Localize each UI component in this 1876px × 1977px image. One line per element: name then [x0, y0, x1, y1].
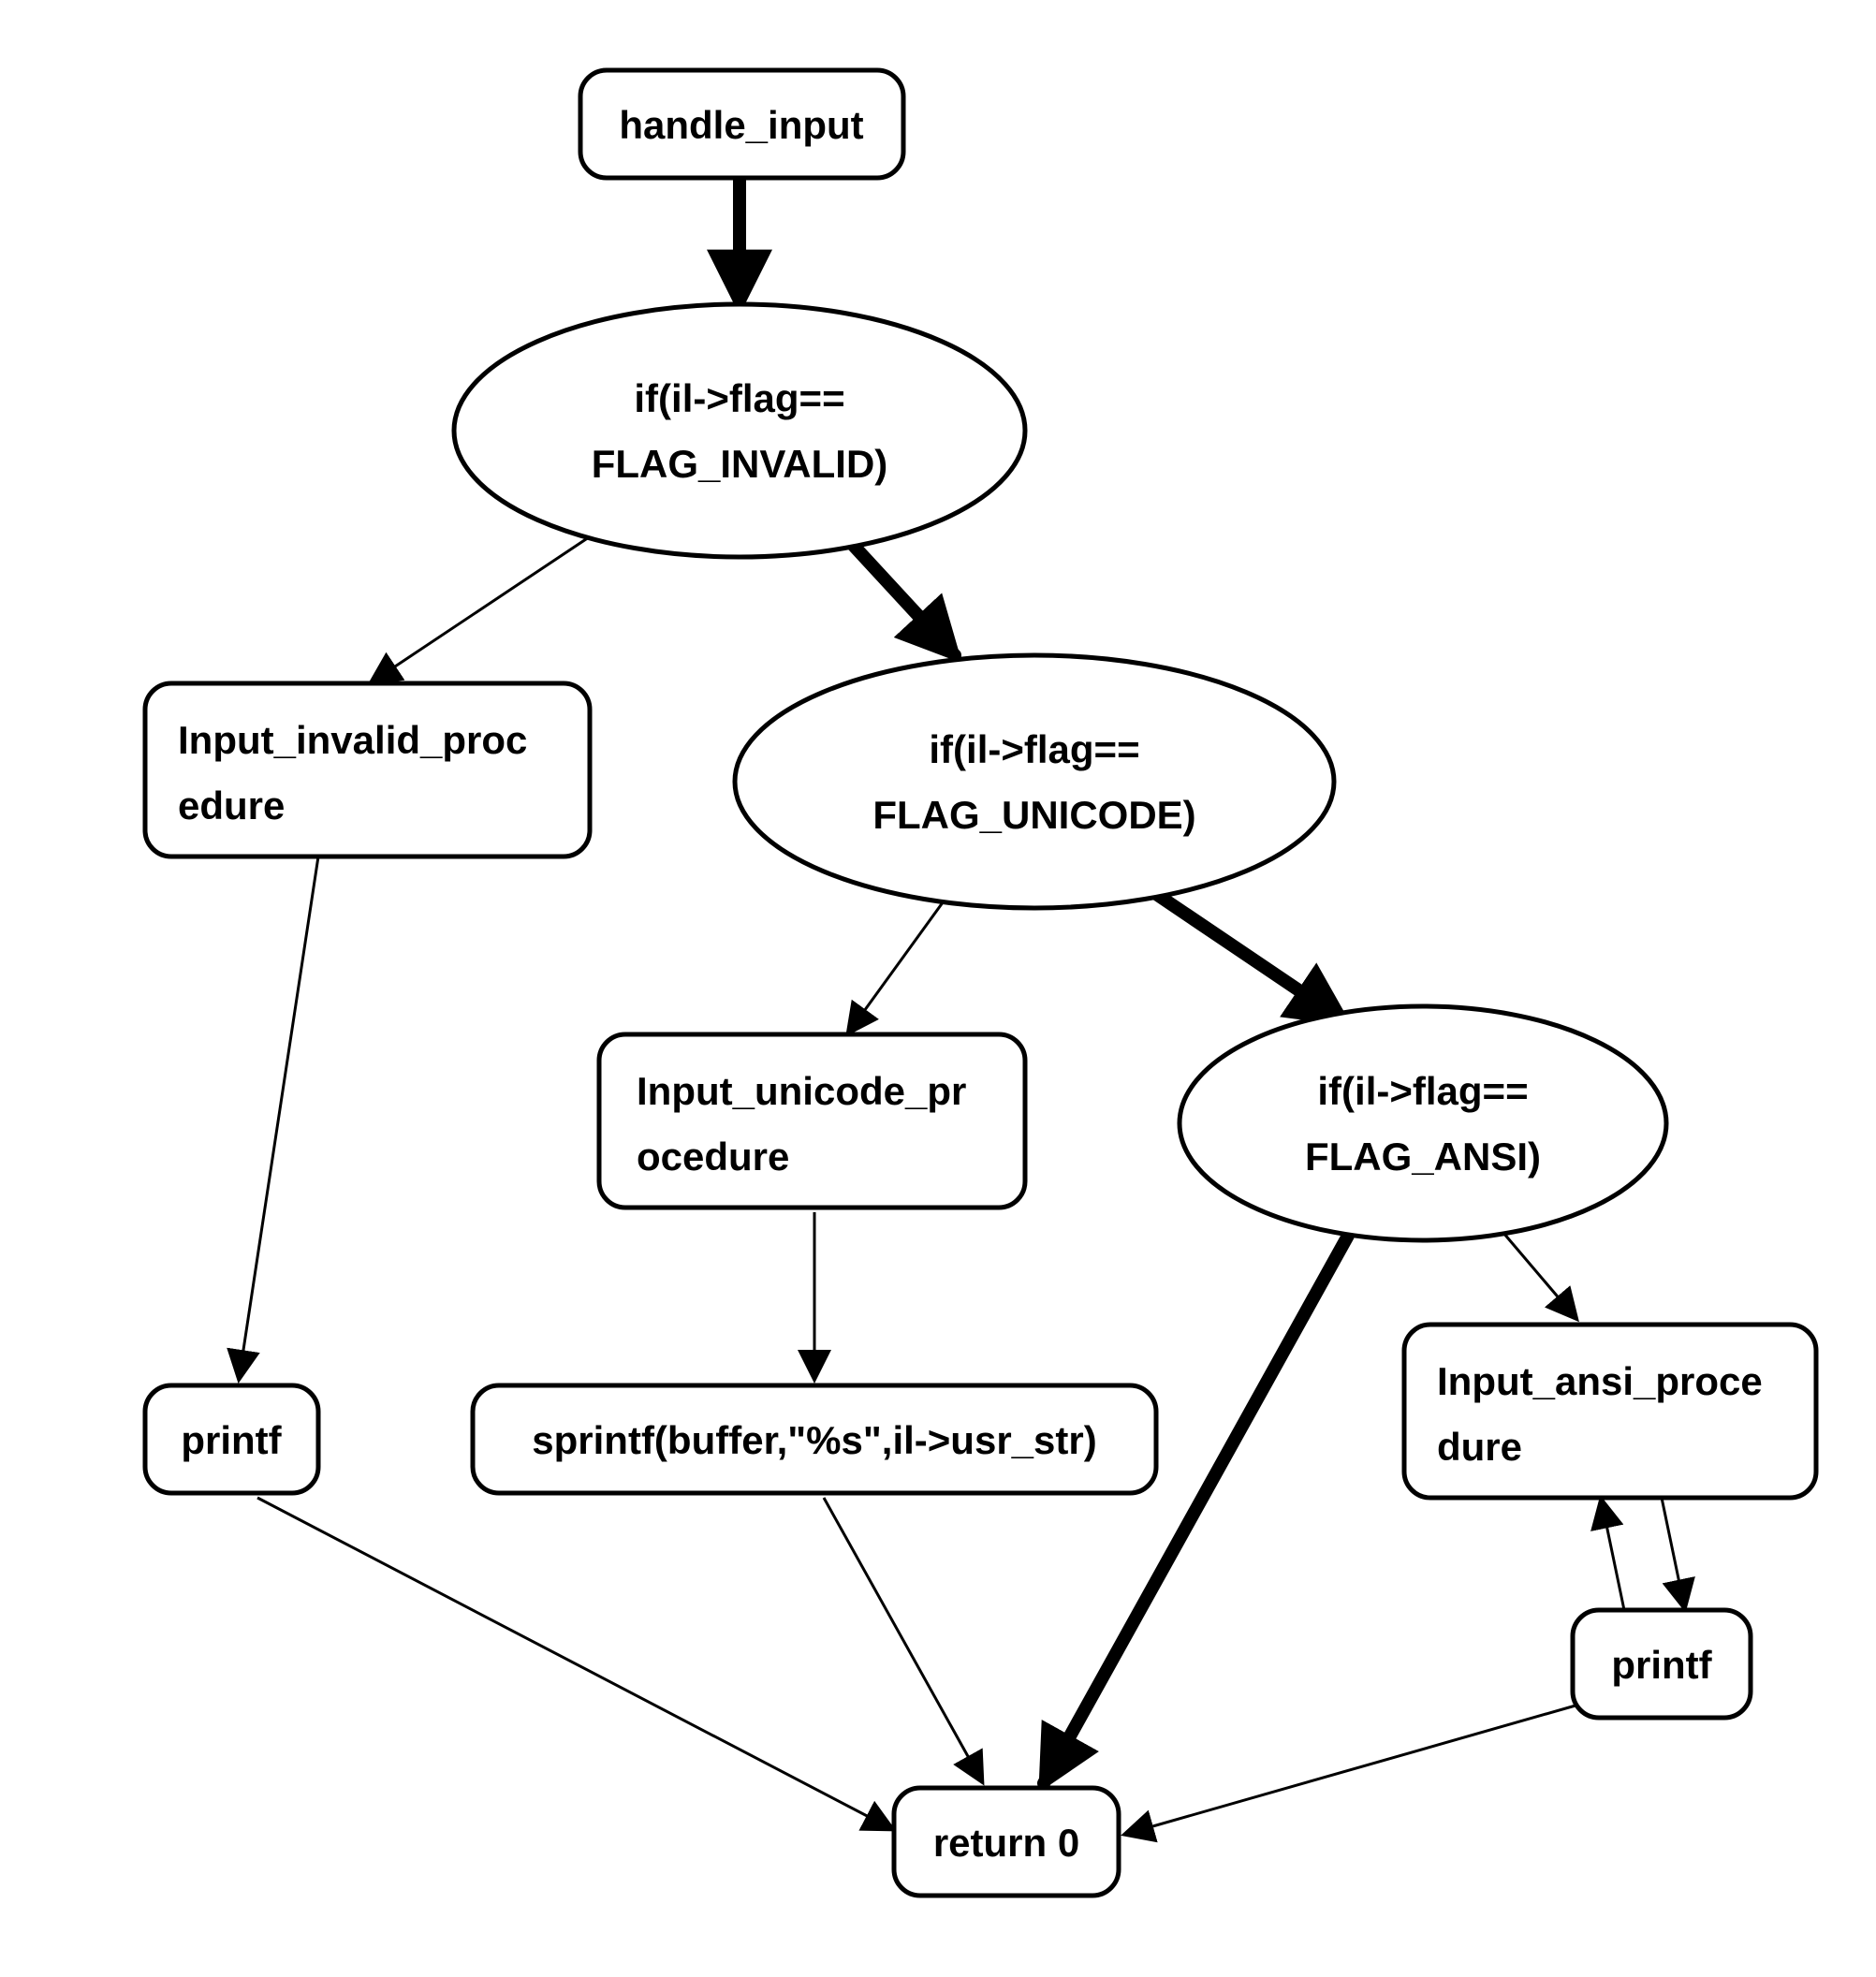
edge-printfright-to-ansiproc: [1601, 1498, 1624, 1610]
label-cond-unicode-1: if(il->flag==: [929, 727, 1139, 771]
edge-invalid-to-unicode: [843, 534, 955, 655]
edge-unicode-to-ansi: [1156, 894, 1343, 1020]
label-proc-invalid-1: Input_invalid_proc: [178, 718, 527, 762]
edge-printfright-to-return: [1123, 1704, 1582, 1835]
node-proc-unicode: Input_unicode_pr ocedure: [599, 1034, 1025, 1208]
label-cond-invalid-2: FLAG_INVALID): [592, 442, 888, 486]
label-sprintf: sprintf(buffer,"%s",il->usr_str): [532, 1418, 1096, 1462]
node-printf-left: printf: [145, 1385, 318, 1493]
label-cond-unicode-2: FLAG_UNICODE): [872, 793, 1195, 837]
label-return0: return 0: [933, 1821, 1079, 1865]
edge-ansiproc-to-printfright: [1662, 1498, 1685, 1610]
edge-sprintf-to-return: [824, 1498, 983, 1783]
label-handle-input: handle_input: [619, 103, 863, 147]
label-proc-ansi-1: Input_ansi_proce: [1437, 1359, 1763, 1403]
label-proc-ansi-2: dure: [1437, 1425, 1522, 1469]
edge-ansi-to-proc: [1498, 1226, 1577, 1320]
node-cond-ansi: if(il->flag== FLAG_ANSI): [1180, 1006, 1666, 1240]
label-proc-unicode-2: ocedure: [637, 1135, 789, 1179]
label-printf-right: printf: [1611, 1643, 1712, 1687]
node-handle-input: handle_input: [580, 70, 903, 178]
node-cond-invalid: if(il->flag== FLAG_INVALID): [454, 304, 1025, 557]
label-cond-ansi-2: FLAG_ANSI): [1305, 1135, 1541, 1179]
edge-printfleft-to-return: [257, 1498, 894, 1830]
label-proc-invalid-2: edure: [178, 783, 285, 827]
label-cond-ansi-1: if(il->flag==: [1317, 1069, 1528, 1113]
label-cond-invalid-1: if(il->flag==: [634, 376, 844, 420]
edge-ansi-to-return: [1044, 1236, 1348, 1783]
edge-invalid-to-proc: [370, 524, 608, 683]
node-printf-right: printf: [1573, 1610, 1751, 1718]
label-proc-unicode-1: Input_unicode_pr: [637, 1069, 966, 1113]
edge-invalidproc-to-printf: [239, 857, 318, 1381]
node-cond-unicode: if(il->flag== FLAG_UNICODE): [735, 655, 1334, 908]
node-proc-invalid: Input_invalid_proc edure: [145, 683, 590, 857]
edge-unicode-to-proc: [847, 899, 945, 1034]
node-proc-ansi: Input_ansi_proce dure: [1404, 1325, 1816, 1498]
label-printf-left: printf: [181, 1418, 282, 1462]
flowchart-diagram: handle_input if(il->flag== FLAG_INVALID)…: [0, 0, 1876, 1977]
node-sprintf: sprintf(buffer,"%s",il->usr_str): [473, 1385, 1156, 1493]
node-return0: return 0: [894, 1788, 1119, 1896]
